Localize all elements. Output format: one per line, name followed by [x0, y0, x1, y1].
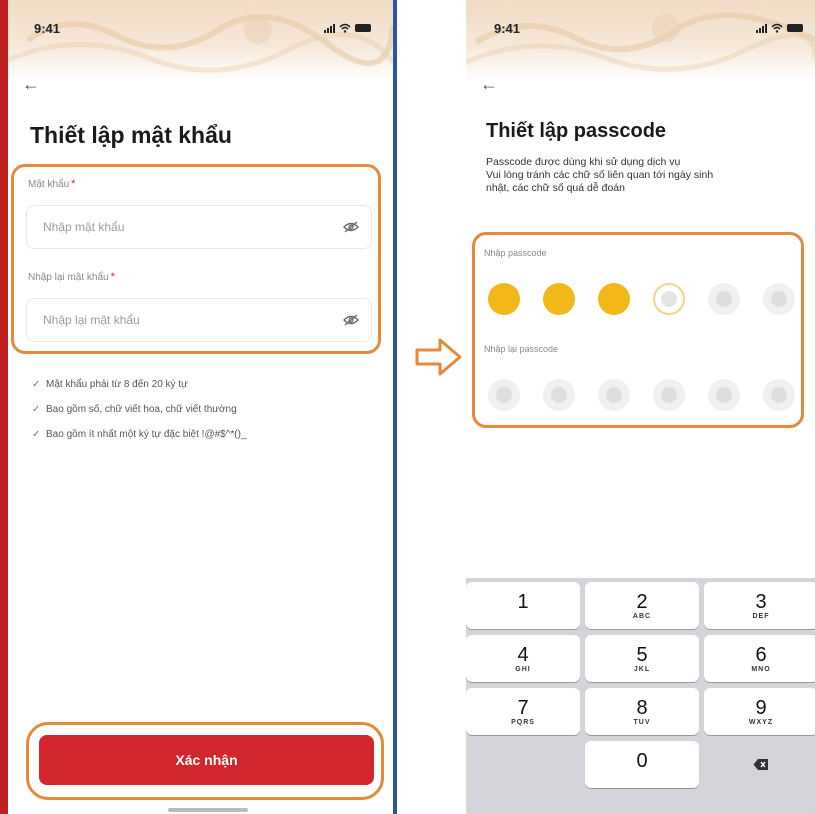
- description-line: Passcode được dùng khi sử dụng dịch vụ: [486, 156, 681, 168]
- key-digit: 4: [517, 643, 529, 666]
- header-background: [8, 0, 393, 82]
- home-indicator: [168, 808, 248, 812]
- status-icons: [324, 23, 371, 33]
- key-digit: 1: [517, 590, 529, 613]
- keypad-key-8[interactable]: 8 TUV: [585, 688, 699, 735]
- keypad-key-9[interactable]: 9 WXYZ: [704, 688, 815, 735]
- gap-area: [397, 0, 466, 814]
- signal-icon: [756, 23, 767, 33]
- passcode-dot: [488, 379, 520, 411]
- key-letters: PQRS: [511, 718, 535, 726]
- rule-item: ✓ Bao gồm ít nhất một ký tự đặc biệt !@#$…: [32, 428, 362, 441]
- passcode-dot: [708, 379, 740, 411]
- key-digit: 5: [636, 643, 648, 666]
- page-title: Thiết lập mật khẩu: [30, 122, 232, 148]
- password-input[interactable]: Nhập mật khẩu: [26, 205, 372, 249]
- rule-text: Bao gồm số, chữ viết hoa, chữ viết thườn…: [46, 404, 237, 415]
- required-mark: *: [71, 178, 76, 190]
- backspace-icon: [753, 759, 768, 770]
- key-digit: 0: [636, 749, 648, 772]
- numeric-keypad: 1 2 ABC 3 DEF 4 GHI 5 JKL 6 MNO 7 PQRS 8 TUV 9 WXYZ 0: [466, 578, 815, 814]
- status-icons: [756, 23, 803, 33]
- repeat-passcode-label: Nhập lại passcode: [484, 344, 559, 354]
- required-mark: *: [110, 271, 115, 283]
- passcode-dot: [488, 283, 520, 315]
- passcode-label: Nhập passcode: [484, 248, 547, 258]
- eye-off-icon[interactable]: [343, 314, 359, 326]
- rule-text: Mật khẩu phải từ 8 đến 20 ký tự: [46, 379, 188, 390]
- key-letters: JKL: [633, 665, 651, 673]
- wifi-icon: [771, 23, 783, 33]
- status-time: 9:41: [494, 20, 521, 36]
- key-letters: DEF: [752, 612, 770, 620]
- keypad-key-6[interactable]: 6 MNO: [704, 635, 815, 682]
- keypad-key-4[interactable]: 4 GHI: [466, 635, 580, 682]
- passcode-dot: [708, 283, 740, 315]
- key-letters: ABC: [632, 612, 652, 620]
- passcode-dot: [598, 379, 630, 411]
- keypad-key-3[interactable]: 3 DEF: [704, 582, 815, 629]
- passcode-dot: [763, 379, 795, 411]
- passcode-dot: [598, 283, 630, 315]
- passcode-dot: [543, 283, 575, 315]
- status-time: 9:41: [34, 20, 61, 36]
- password-placeholder: Nhập mật khẩu: [43, 220, 125, 234]
- keypad-blank: [466, 741, 580, 788]
- repeat-passcode-input[interactable]: [488, 379, 795, 411]
- check-icon: ✓: [32, 429, 41, 440]
- arrow-left-icon[interactable]: ←: [480, 74, 500, 94]
- check-icon: ✓: [32, 404, 41, 415]
- description-line: Vui lòng tránh các chữ số liên quan tới …: [486, 169, 714, 181]
- confirm-button[interactable]: Xác nhận: [39, 735, 374, 785]
- eye-off-icon[interactable]: [343, 221, 359, 233]
- keypad-key-5[interactable]: 5 JKL: [585, 635, 699, 682]
- key-letters: MNO: [751, 665, 771, 673]
- password-rules: ✓ Mật khẩu phải từ 8 đến 20 ký tự ✓ Bao gồ…: [32, 378, 362, 453]
- password-label: Mật khẩu *: [28, 178, 75, 190]
- key-letters: WXYZ: [748, 718, 774, 726]
- check-icon: ✓: [32, 379, 41, 390]
- signal-icon: [324, 23, 335, 33]
- confirm-password-label-text: Nhập lại mật khẩu: [28, 272, 109, 283]
- passcode-input[interactable]: [488, 283, 795, 315]
- key-digit: 3: [755, 590, 767, 613]
- key-digit: 7: [517, 696, 529, 719]
- keypad-key-2[interactable]: 2 ABC: [585, 582, 699, 629]
- wifi-icon: [339, 23, 351, 33]
- confirm-password-input[interactable]: Nhập lại mật khẩu: [26, 298, 372, 342]
- key-digit: 8: [636, 696, 648, 719]
- status-bar: 9:41: [494, 18, 803, 38]
- passcode-dot: [653, 379, 685, 411]
- key-digit: 6: [755, 643, 767, 666]
- key-digit: 2: [636, 590, 648, 613]
- passcode-dot: [653, 283, 685, 315]
- battery-icon: [787, 24, 803, 32]
- status-bar: 9:41: [34, 18, 371, 38]
- password-setup-screen: 9:41 ← Thiết lập mật khẩu Mật khẩu * Nhập…: [8, 0, 393, 814]
- keypad-key-7[interactable]: 7 PQRS: [466, 688, 580, 735]
- header-background: [466, 0, 815, 82]
- passcode-description: Passcode được dùng khi sử dụng dịch vụ V…: [486, 156, 806, 195]
- backspace-key[interactable]: [704, 741, 815, 788]
- battery-icon: [355, 24, 371, 32]
- description-line: nhật, các chữ số quá dễ đoán: [486, 182, 625, 194]
- confirm-password-placeholder: Nhập lại mật khẩu: [43, 313, 140, 327]
- key-letters: TUV: [633, 718, 651, 726]
- rule-text: Bao gồm ít nhất một ký tự đặc biệt !@#$^…: [46, 429, 247, 440]
- rule-item: ✓ Mật khẩu phải từ 8 đến 20 ký tự: [32, 378, 362, 391]
- rule-item: ✓ Bao gồm số, chữ viết hoa, chữ viết thườ…: [32, 403, 362, 416]
- key-letters: GHI: [515, 665, 531, 673]
- keypad-key-1[interactable]: 1: [466, 582, 580, 629]
- page-title: Thiết lập passcode: [486, 120, 667, 142]
- passcode-dot: [543, 379, 575, 411]
- arrow-right-icon: [415, 338, 462, 376]
- arrow-left-icon[interactable]: ←: [22, 74, 42, 94]
- keypad-key-0[interactable]: 0: [585, 741, 699, 788]
- passcode-setup-screen: 9:41 ← Thiết lập passcode Passcode được …: [466, 0, 815, 814]
- key-digit: 9: [755, 696, 767, 719]
- passcode-dot: [763, 283, 795, 315]
- confirm-password-label: Nhập lại mật khẩu *: [28, 271, 115, 283]
- password-label-text: Mật khẩu: [28, 179, 70, 190]
